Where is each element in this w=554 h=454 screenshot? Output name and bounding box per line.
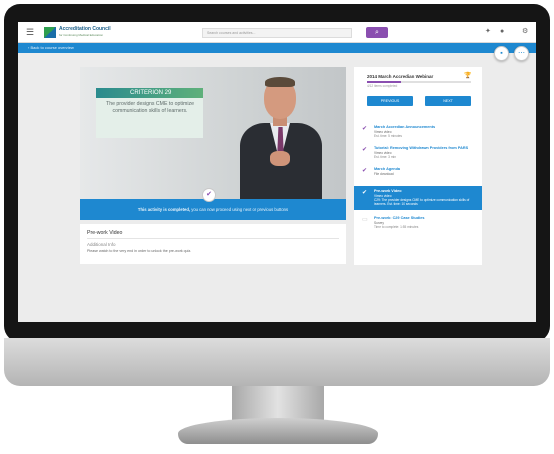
item-time: C29: The provider designs CME to optimiz… — [374, 198, 470, 206]
presenter-hand — [270, 151, 290, 166]
breadcrumb-label: Back to course overview — [30, 45, 74, 50]
criterion-header: CRITERION 29 — [96, 88, 203, 98]
search-input[interactable]: Search courses and activities... — [202, 28, 352, 38]
hamburger-menu-icon[interactable]: ☰ — [26, 28, 34, 37]
logo-icon — [44, 27, 56, 38]
additional-info-heading: Additional Info — [87, 242, 116, 247]
monitor-stand-foot — [178, 418, 378, 444]
item-time: Time to complete: 1:55 minutes — [374, 225, 419, 229]
app-screen: ☰ Accreditation Council for Continuing M… — [18, 22, 536, 322]
completion-banner: This activity is completed, you can now … — [80, 199, 346, 220]
completion-instructions: you can now proceed using next or previo… — [191, 207, 289, 212]
video-player[interactable]: CRITERION 29 The provider designs CME to… — [80, 67, 346, 220]
playlist-item[interactable]: ▭ Pre-work: C29 Case Studies Survey Time… — [354, 213, 482, 233]
progress-fill — [367, 81, 402, 83]
item-time: Est. time: 3 min — [374, 155, 396, 159]
playlist-item[interactable]: ✔ Tutorial: Removing Withdrawn Providers… — [354, 143, 482, 163]
check-icon: ✔ — [362, 126, 368, 132]
settings-icon[interactable]: ⚙ — [522, 28, 528, 36]
check-icon: ✔ — [362, 190, 368, 196]
logo-subtitle: for Continuing Medical Education — [59, 33, 104, 37]
playlist-item[interactable]: ✔ March Agenda File download — [354, 164, 482, 184]
playlist-item[interactable]: ✔ March Accredian Announcements Vimeo vi… — [354, 122, 482, 142]
presenter-image — [240, 71, 322, 199]
activity-info-card: Pre-work Video Additional Info Please wa… — [80, 224, 346, 264]
breadcrumb[interactable]: ‹ Back to course overview — [28, 45, 74, 51]
more-options-icon[interactable]: ⋯ — [514, 46, 529, 61]
search-button[interactable]: ⌕ — [366, 27, 388, 38]
activity-title: Pre-work Video — [87, 230, 123, 236]
activity-description: Please watch to the very end in order to… — [87, 249, 192, 253]
criterion-text: The provider designs CME to optimize com… — [106, 101, 194, 114]
top-bar: ☰ Accreditation Council for Continuing M… — [18, 22, 536, 43]
previous-button[interactable]: PREVIOUS — [367, 96, 413, 106]
breadcrumb-bar: ‹ Back to course overview — [18, 43, 536, 53]
completed-check-icon[interactable]: ✔ — [202, 188, 216, 202]
search-icon: ⌕ — [375, 29, 379, 36]
monitor-chin — [4, 338, 550, 386]
check-icon: ✔ — [362, 168, 368, 174]
user-icon[interactable]: ● — [500, 28, 504, 36]
course-playlist: 2014 March Accredian Webinar 🏆 4/12 item… — [354, 67, 482, 265]
criterion-slide: CRITERION 29 The provider designs CME to… — [96, 88, 203, 138]
divider — [87, 238, 339, 239]
criterion-title: CRITERION 29 — [130, 90, 172, 96]
document-icon: ▭ — [362, 217, 368, 223]
help-icon[interactable]: ✦ — [485, 28, 491, 36]
webinar-title: 2014 March Accredian Webinar — [367, 74, 434, 79]
trophy-icon: 🏆 — [464, 73, 472, 79]
playlist-item-active[interactable]: ✔ Pre-work Video Vimeo video C29: The pr… — [354, 186, 482, 210]
completion-status: This activity is completed, — [137, 207, 191, 212]
monitor-frame: { "app": { "logo_name": "Accreditation C… — [0, 0, 554, 454]
monitor-stand-neck — [232, 386, 324, 422]
logo-name: Accreditation Council — [59, 26, 111, 32]
presenter-hair — [265, 77, 295, 87]
next-button[interactable]: NEXT — [425, 96, 471, 106]
video-toggle-icon[interactable]: ▪ — [494, 46, 509, 61]
progress-label: 4/12 items completed — [367, 84, 398, 88]
progress-bar — [367, 81, 471, 83]
check-icon: ✔ — [362, 147, 368, 153]
completion-message: This activity is completed, you can now … — [80, 207, 346, 213]
item-type: File download — [374, 172, 394, 176]
item-time: Est. time: 5 minutes — [374, 134, 402, 138]
